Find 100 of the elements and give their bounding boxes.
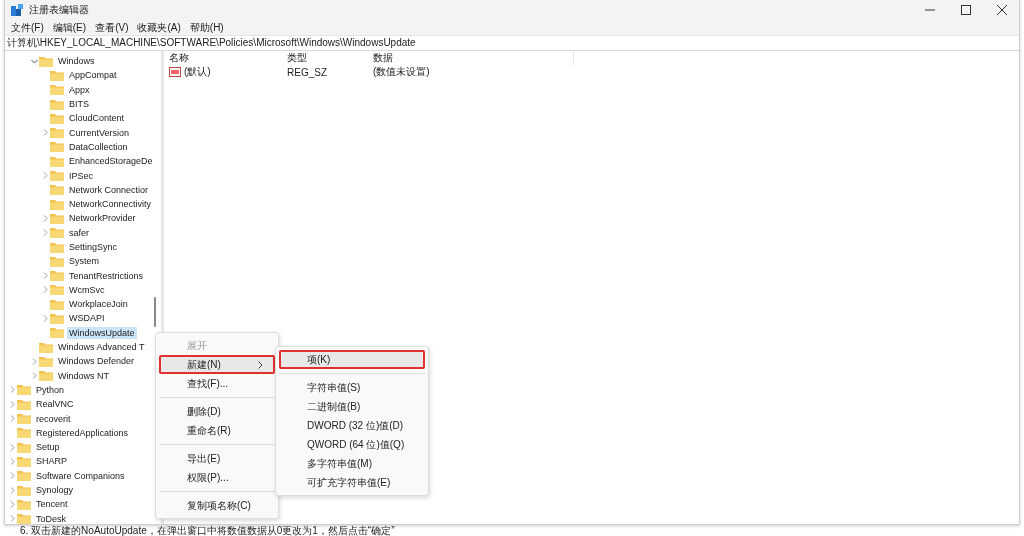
folder-icon: [17, 427, 31, 439]
submenu-item[interactable]: DWORD (32 位)值(D): [279, 416, 425, 435]
tree-item[interactable]: EnhancedStorageDe: [67, 155, 155, 168]
tree-item[interactable]: WSDAPI: [67, 312, 107, 325]
folder-icon: [39, 55, 53, 67]
folder-icon: [50, 212, 64, 224]
collapsed-chevron-icon[interactable]: [41, 229, 49, 237]
submenu-item[interactable]: 项(K): [279, 350, 425, 369]
tree-item[interactable]: IPSec: [67, 169, 95, 182]
maximize-icon[interactable]: [961, 5, 971, 15]
collapsed-chevron-icon[interactable]: [30, 357, 38, 365]
folder-icon: [39, 341, 53, 353]
folder-icon: [17, 470, 31, 482]
menu-item[interactable]: 编辑(E): [52, 20, 87, 35]
tree-item[interactable]: Setup: [34, 441, 62, 454]
context-menu-item[interactable]: 权限(P)...: [159, 468, 275, 487]
tree-item[interactable]: NetworkProvider: [67, 212, 138, 225]
tree-item[interactable]: RealVNC: [34, 398, 76, 411]
folder-icon: [50, 127, 64, 139]
tree-item[interactable]: BITS: [67, 98, 91, 111]
menu-item[interactable]: 收藏夹(A): [137, 20, 181, 35]
value-name: (默认): [184, 65, 211, 79]
tree-item[interactable]: WorkplaceJoin: [67, 298, 130, 311]
tree-item[interactable]: TenantRestrictions: [67, 269, 146, 282]
tree-item[interactable]: WindowsUpdate: [67, 326, 137, 339]
tree-item[interactable]: Python: [34, 383, 67, 396]
tree-item[interactable]: DataCollection: [67, 140, 130, 153]
collapsed-chevron-icon[interactable]: [41, 172, 49, 179]
collapsed-chevron-icon[interactable]: [8, 415, 16, 423]
folder-icon: [50, 184, 64, 196]
scrollbar-thumb[interactable]: [154, 297, 156, 327]
tree-item[interactable]: Software Companions: [34, 469, 127, 482]
context-menu-item[interactable]: 重命名(R): [159, 421, 275, 440]
tree-item[interactable]: Windows NT: [56, 369, 111, 382]
submenu-item[interactable]: 可扩充字符串值(E): [279, 473, 425, 492]
tree-item[interactable]: Tencent: [34, 498, 70, 511]
column-header[interactable]: 数据: [373, 51, 574, 65]
collapsed-chevron-icon[interactable]: [8, 515, 16, 523]
tree-item[interactable]: Synology: [34, 484, 76, 497]
collapsed-chevron-icon[interactable]: [8, 486, 16, 494]
submenu-item[interactable]: 二进制值(B): [279, 397, 425, 416]
submenu-item[interactable]: 字符串值(S): [279, 378, 425, 397]
folder-icon: [50, 284, 64, 296]
menu-item[interactable]: 帮助(H): [189, 20, 224, 35]
collapsed-chevron-icon[interactable]: [41, 286, 49, 294]
collapsed-chevron-icon[interactable]: [8, 500, 16, 508]
menu-item[interactable]: 查看(V): [95, 20, 129, 35]
folder-icon: [50, 69, 64, 81]
folder-icon: [39, 355, 53, 367]
tree-item[interactable]: Windows Advanced T: [56, 341, 147, 354]
submenu-chevron-icon: [258, 360, 263, 369]
column-header[interactable]: 类型: [287, 51, 373, 65]
tree-item[interactable]: RegisteredApplications: [34, 426, 131, 439]
tree-item[interactable]: Appx: [67, 83, 92, 96]
collapsed-chevron-icon[interactable]: [8, 472, 16, 480]
collapsed-chevron-icon[interactable]: [41, 214, 49, 222]
collapsed-chevron-icon[interactable]: [30, 372, 38, 380]
collapsed-chevron-icon[interactable]: [8, 400, 16, 408]
collapsed-chevron-icon[interactable]: [41, 129, 49, 137]
tree-item[interactable]: CurrentVersion: [67, 126, 132, 139]
window-title: 注册表编辑器: [29, 3, 89, 17]
folder-icon: [17, 455, 31, 467]
collapsed-chevron-icon[interactable]: [41, 315, 49, 322]
submenu-item[interactable]: QWORD (64 位)值(Q): [279, 435, 425, 454]
address-bar[interactable]: 计算机\HKEY_LOCAL_MACHINE\SOFTWARE\Policies\Microsoft\Windows\WindowsUpdate: [5, 35, 1019, 51]
tree-item[interactable]: System: [67, 255, 101, 268]
tree-item[interactable]: Windows: [56, 55, 97, 68]
context-menu-item[interactable]: 查找(F)...: [159, 374, 275, 393]
folder-icon: [17, 384, 31, 396]
tree-item[interactable]: AppCompat: [67, 69, 119, 82]
folder-icon: [39, 370, 53, 382]
tree-item[interactable]: WcmSvc: [67, 283, 107, 296]
registry-icon: [11, 4, 23, 16]
folder-icon: [50, 227, 64, 239]
tree-item[interactable]: NetworkConnectivity: [67, 198, 154, 211]
collapsed-chevron-icon[interactable]: [8, 443, 16, 451]
tree-item[interactable]: Windows Defender: [56, 355, 137, 368]
tree-item[interactable]: SettingSync: [67, 241, 120, 253]
close-icon[interactable]: [997, 5, 1007, 15]
folder-icon: [50, 327, 64, 339]
column-header[interactable]: 名称: [169, 51, 287, 65]
tree-item[interactable]: CloudContent: [67, 112, 127, 125]
tree-item[interactable]: safer: [67, 226, 91, 239]
folder-icon: [50, 112, 64, 124]
expanded-chevron-icon[interactable]: [30, 57, 38, 65]
folder-icon: [50, 270, 64, 282]
context-menu-item[interactable]: 复制项名称(C): [159, 496, 275, 515]
tree-item[interactable]: SHARP: [34, 455, 69, 468]
context-menu-item[interactable]: 删除(D): [159, 402, 275, 421]
tree-item[interactable]: Network Connectior: [67, 183, 151, 196]
collapsed-chevron-icon[interactable]: [41, 272, 49, 280]
tree-item[interactable]: recoverit: [34, 412, 73, 425]
collapsed-chevron-icon[interactable]: [8, 386, 16, 394]
collapsed-chevron-icon[interactable]: [8, 457, 16, 465]
submenu-item[interactable]: 多字符串值(M): [279, 454, 425, 473]
menu-item[interactable]: 文件(F): [11, 20, 44, 35]
context-menu-item[interactable]: 导出(E): [159, 449, 275, 468]
tree-item[interactable]: ToDesk: [34, 512, 68, 524]
folder-icon: [50, 155, 64, 167]
context-menu-item[interactable]: 新建(N): [159, 355, 275, 374]
